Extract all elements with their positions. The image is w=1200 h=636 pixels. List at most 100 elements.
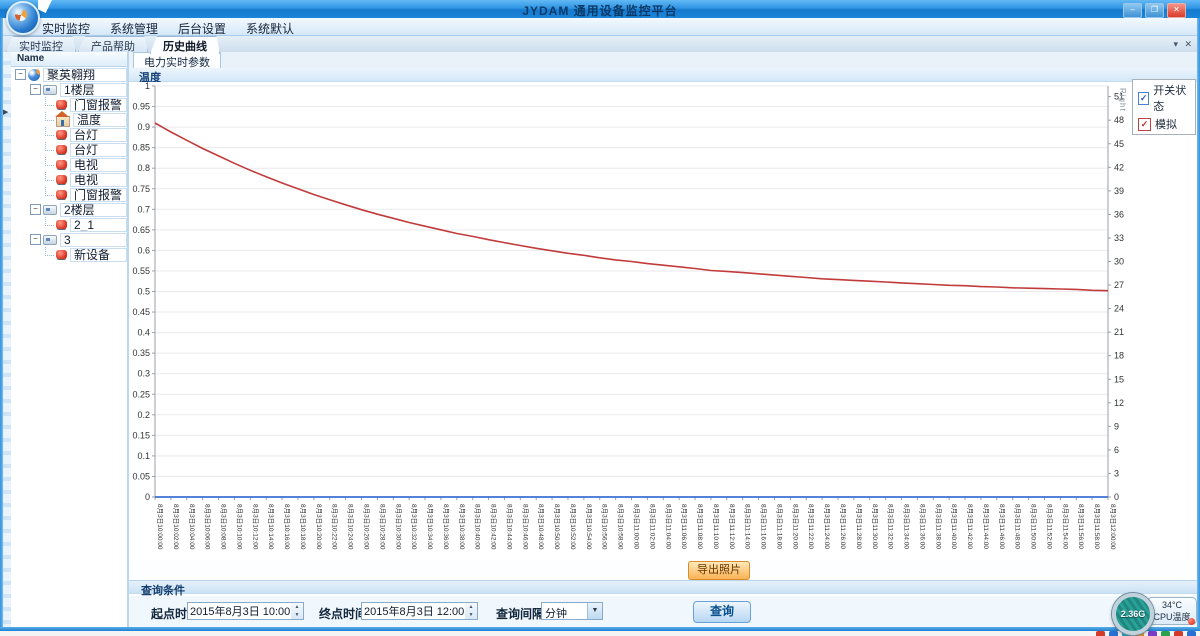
svg-text:8月3日10:10:00: 8月3日10:10:00 [235, 504, 243, 550]
section-header-temperature: 温度 [129, 68, 1197, 82]
tree-column-header: Name [11, 52, 127, 67]
desktop-icon [1174, 631, 1183, 636]
svg-text:0.1: 0.1 [137, 451, 150, 461]
tree-item-7[interactable]: 电视 [11, 172, 127, 187]
tree-item-label: 台灯 [70, 128, 127, 142]
device-icon [43, 205, 57, 215]
svg-text:0: 0 [1114, 492, 1119, 502]
spinner-up-icon[interactable]: ▲ [291, 603, 303, 611]
svg-text:0.95: 0.95 [132, 102, 150, 112]
svg-text:8月3日10:36:00: 8月3日10:36:00 [442, 504, 450, 550]
restore-icon[interactable]: ❐ [1145, 3, 1164, 18]
svg-text:3: 3 [1114, 468, 1119, 478]
svg-text:24: 24 [1114, 304, 1124, 314]
svg-text:8月3日10:20:00: 8月3日10:20:00 [315, 504, 323, 550]
tree-item-12[interactable]: 新设备 [11, 247, 127, 262]
cpu-temp-value: 34°C [1148, 600, 1196, 610]
menu-items: 实时监控系统管理后台设置系统默认 [0, 18, 1200, 38]
svg-text:0.4: 0.4 [137, 328, 150, 338]
alarm-icon [56, 175, 67, 184]
tab-1[interactable]: 产品帮助 [78, 36, 148, 52]
left-axis-ticks: 00.050.10.150.20.250.30.350.40.450.50.55… [132, 82, 155, 502]
gridlines [155, 86, 1108, 497]
tree-item-1[interactable]: − 1楼层 [11, 82, 127, 97]
tab-dropdown-icon[interactable]: ▾ [1173, 39, 1178, 50]
end-time-spinner[interactable]: ▲ ▼ [465, 602, 478, 620]
svg-text:8月3日11:24:00: 8月3日11:24:00 [823, 504, 831, 549]
svg-text:8月3日10:34:00: 8月3日10:34:00 [426, 504, 434, 550]
tree-item-label: 1楼层 [60, 83, 127, 97]
svg-text:8月3日11:30:00: 8月3日11:30:00 [871, 504, 879, 549]
splitter-arrow-icon[interactable]: ▶ [3, 108, 8, 116]
svg-text:30: 30 [1114, 257, 1124, 267]
legend-row-1: ✓模拟 [1138, 116, 1190, 132]
tree-item-2[interactable]: 门窗报警 [11, 97, 127, 112]
expander-icon[interactable]: − [15, 69, 26, 80]
tree-item-9[interactable]: −2楼层 [11, 202, 127, 217]
svg-text:8月3日11:50:00: 8月3日11:50:00 [1030, 504, 1038, 549]
svg-text:8月3日10:08:00: 8月3日10:08:00 [220, 504, 228, 550]
svg-text:8月3日11:14:00: 8月3日11:14:00 [744, 504, 752, 549]
svg-text:0.85: 0.85 [132, 143, 150, 153]
svg-text:8月3日11:34:00: 8月3日11:34:00 [903, 504, 911, 549]
svg-text:8月3日11:20:00: 8月3日11:20:00 [791, 504, 799, 549]
svg-text:0.75: 0.75 [132, 184, 150, 194]
tab-0[interactable]: 实时监控 [6, 36, 76, 52]
svg-text:0.55: 0.55 [132, 266, 150, 276]
tab-strip: 实时监控产品帮助历史曲线 ▾ ✕ [0, 36, 1200, 53]
alarm-icon [56, 190, 67, 199]
tree-item-6[interactable]: 电视 [11, 157, 127, 172]
tree-connector [45, 97, 54, 106]
expander-icon[interactable]: − [30, 84, 41, 95]
window-controls: – ❐ ✕ [1123, 3, 1186, 18]
tree-item-label: 台灯 [70, 143, 127, 157]
right-axis-title: Right [1118, 88, 1127, 112]
tree-item-11[interactable]: −3 [11, 232, 127, 247]
tree-item-4[interactable]: 台灯 [11, 127, 127, 142]
svg-text:8月3日10:22:00: 8月3日10:22:00 [331, 504, 339, 550]
tree-item-label: 聚英翱翔 [43, 68, 127, 82]
svg-text:8月3日10:56:00: 8月3日10:56:00 [601, 504, 609, 550]
svg-text:8月3日11:00:00: 8月3日11:00:00 [633, 504, 641, 549]
svg-text:36: 36 [1114, 209, 1124, 219]
svg-text:8月3日11:22:00: 8月3日11:22:00 [807, 504, 815, 549]
end-time-input[interactable] [361, 602, 467, 620]
spinner-down-icon[interactable]: ▼ [465, 611, 477, 619]
svg-text:1: 1 [145, 82, 150, 91]
panel-splitter[interactable]: ▶ [3, 52, 11, 627]
subtab-row: 电力实时参数 [129, 52, 1197, 69]
legend-label: 开关状态 [1153, 82, 1190, 114]
interval-select[interactable]: 分钟 ▼ [541, 602, 603, 620]
tree-item-3[interactable]: 温度 [11, 112, 127, 127]
tab-close-icon[interactable]: ✕ [1184, 39, 1192, 50]
interval-label: 查询间隔 [496, 605, 544, 622]
right-axis-ticks: 03691215182124273033363942454851 [1108, 92, 1124, 502]
tree-item-8[interactable]: 门窗报警 [11, 187, 127, 202]
svg-text:42: 42 [1114, 162, 1124, 172]
tree-item-0[interactable]: − 聚英翱翔 [11, 67, 127, 82]
spinner-up-icon[interactable]: ▲ [465, 603, 477, 611]
select-dropdown-icon[interactable]: ▼ [587, 603, 602, 619]
start-time-input[interactable] [187, 602, 293, 620]
desktop-icon [1187, 631, 1196, 636]
minimize-icon[interactable]: – [1123, 3, 1142, 18]
query-button[interactable]: 查询 [693, 601, 751, 623]
checkbox-icon[interactable]: ✓ [1138, 118, 1151, 131]
tab-2[interactable]: 历史曲线 [150, 36, 220, 54]
svg-text:8月3日10:16:00: 8月3日10:16:00 [283, 504, 291, 550]
svg-text:8月3日11:58:00: 8月3日11:58:00 [1093, 504, 1101, 549]
start-time-spinner[interactable]: ▲ ▼ [291, 602, 304, 620]
export-image-button[interactable]: 导出照片 [688, 561, 750, 580]
expander-icon[interactable]: − [30, 234, 41, 245]
svg-text:8月3日10:30:00: 8月3日10:30:00 [394, 504, 402, 550]
close-icon[interactable]: ✕ [1167, 3, 1186, 18]
expander-icon[interactable]: − [30, 204, 41, 215]
svg-text:18: 18 [1114, 351, 1124, 361]
svg-text:8月3日10:44:00: 8月3日10:44:00 [505, 504, 513, 550]
tree-item-label: 电视 [70, 158, 127, 172]
tree-item-5[interactable]: 台灯 [11, 142, 127, 157]
tree-item-10[interactable]: 2_1 [11, 217, 127, 232]
checkbox-icon[interactable]: ✓ [1138, 92, 1149, 105]
alarm-icon [56, 220, 67, 229]
spinner-down-icon[interactable]: ▼ [291, 611, 303, 619]
